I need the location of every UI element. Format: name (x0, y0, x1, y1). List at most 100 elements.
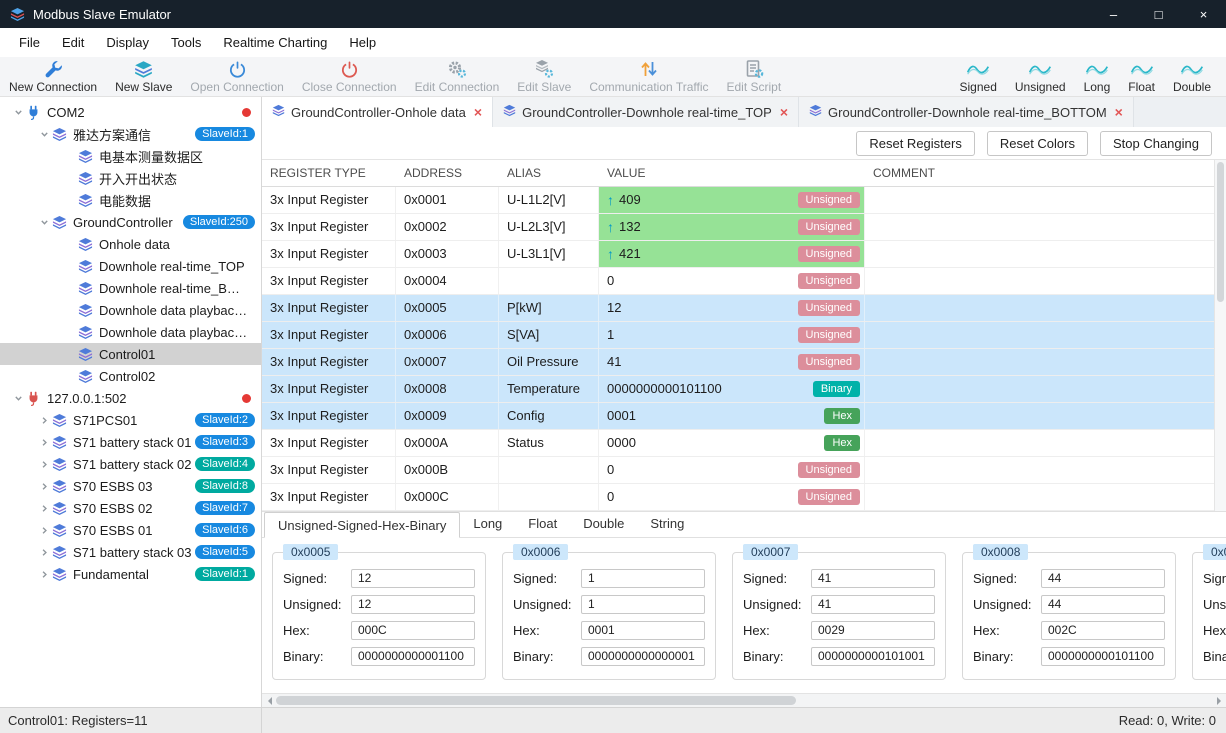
table-row[interactable]: 3x Input Register0x0005P[kW]12Unsigned (262, 295, 1214, 322)
table-row[interactable]: 3x Input Register0x000AStatus0000Hex (262, 430, 1214, 457)
reset-registers-button[interactable]: Reset Registers (856, 131, 974, 156)
table-row[interactable]: 3x Input Register0x000C0Unsigned (262, 484, 1214, 511)
table-row[interactable]: 3x Input Register0x0001U-L1L2[V]↑409Unsi… (262, 187, 1214, 214)
register-tab[interactable]: GroundController-Downhole real-time_TOP× (493, 97, 799, 127)
tree-item[interactable]: GroundControllerSlaveId:250 (0, 211, 261, 233)
communication-traffic-button[interactable]: Communication Traffic (580, 57, 717, 96)
binary-value-input[interactable] (811, 647, 935, 666)
hex-value-input[interactable] (811, 621, 935, 640)
maximize-button[interactable]: □ (1136, 0, 1181, 28)
tree-item[interactable]: Downhole real-time_TOP (0, 255, 261, 277)
tree-item[interactable]: S70 ESBS 03SlaveId:8 (0, 475, 261, 497)
signed-value-input[interactable] (1041, 569, 1165, 588)
scrollbar-thumb[interactable] (1217, 162, 1224, 302)
table-row[interactable]: 3x Input Register0x0006S[VA]1Unsigned (262, 322, 1214, 349)
table-row[interactable]: 3x Input Register0x0003U-L3L1[V]↑421Unsi… (262, 241, 1214, 268)
signed-value-input[interactable] (811, 569, 935, 588)
new-slave-button[interactable]: New Slave (106, 57, 181, 96)
column-header[interactable]: ADDRESS (396, 160, 499, 186)
tree-item[interactable]: Control02 (0, 365, 261, 387)
stop-changing-button[interactable]: Stop Changing (1100, 131, 1212, 156)
register-tab[interactable]: GroundController-Downhole real-time_BOTT… (799, 97, 1134, 127)
expand-chevron-icon[interactable] (36, 460, 52, 469)
collapse-chevron-icon[interactable] (36, 130, 52, 139)
collapse-chevron-icon[interactable] (10, 394, 26, 403)
edit-slave-button[interactable]: Edit Slave (508, 57, 580, 96)
expand-chevron-icon[interactable] (36, 548, 52, 557)
vertical-scrollbar[interactable] (1214, 160, 1226, 511)
tree-item[interactable]: 电能数据 (0, 189, 261, 211)
open-connection-button[interactable]: Open Connection (181, 57, 292, 96)
format-tab[interactable]: Unsigned-Signed-Hex-Binary (264, 512, 460, 538)
column-header[interactable]: COMMENT (865, 160, 1214, 186)
tree-item[interactable]: Downhole real-time_BOTTOM (0, 277, 261, 299)
table-row[interactable]: 3x Input Register0x0007Oil Pressure41Uns… (262, 349, 1214, 376)
hex-value-input[interactable] (581, 621, 705, 640)
scrollbar-thumb[interactable] (276, 696, 796, 705)
table-row[interactable]: 3x Input Register0x0008Temperature000000… (262, 376, 1214, 403)
double-toggle-button[interactable]: Double (1164, 57, 1220, 96)
close-icon[interactable]: × (474, 105, 482, 119)
binary-value-input[interactable] (581, 647, 705, 666)
format-tab[interactable]: Long (460, 511, 515, 537)
signed-value-input[interactable] (581, 569, 705, 588)
collapse-chevron-icon[interactable] (10, 108, 26, 117)
expand-chevron-icon[interactable] (36, 504, 52, 513)
reset-colors-button[interactable]: Reset Colors (987, 131, 1088, 156)
horizontal-scrollbar[interactable] (262, 693, 1226, 707)
signed-toggle-button[interactable]: Signed (951, 57, 1006, 96)
binary-value-input[interactable] (351, 647, 475, 666)
scroll-left-icon[interactable] (262, 694, 276, 708)
tree-item[interactable]: S71 battery stack 01SlaveId:3 (0, 431, 261, 453)
long-toggle-button[interactable]: Long (1075, 57, 1120, 96)
close-connection-button[interactable]: Close Connection (293, 57, 406, 96)
menu-file[interactable]: File (8, 28, 51, 57)
close-button[interactable]: × (1181, 0, 1226, 28)
unsigned-toggle-button[interactable]: Unsigned (1006, 57, 1075, 96)
table-row[interactable]: 3x Input Register0x00040Unsigned (262, 268, 1214, 295)
column-header[interactable]: ALIAS (499, 160, 599, 186)
minimize-button[interactable]: – (1091, 0, 1136, 28)
expand-chevron-icon[interactable] (36, 438, 52, 447)
column-header[interactable]: REGISTER TYPE (262, 160, 396, 186)
menu-help[interactable]: Help (338, 28, 387, 57)
expand-chevron-icon[interactable] (36, 416, 52, 425)
tree-item[interactable]: FundamentalSlaveId:1 (0, 563, 261, 585)
expand-chevron-icon[interactable] (36, 526, 52, 535)
menu-display[interactable]: Display (95, 28, 160, 57)
register-tab[interactable]: GroundController-Onhole data× (262, 97, 493, 127)
expand-chevron-icon[interactable] (36, 570, 52, 579)
new-connection-button[interactable]: New Connection (0, 57, 106, 96)
tree-item[interactable]: S71 battery stack 03SlaveId:5 (0, 541, 261, 563)
tree-item[interactable]: COM2 (0, 101, 261, 123)
unsigned-value-input[interactable] (1041, 595, 1165, 614)
tree-item[interactable]: S70 ESBS 01SlaveId:6 (0, 519, 261, 541)
format-tab[interactable]: String (637, 511, 697, 537)
binary-value-input[interactable] (1041, 647, 1165, 666)
scroll-right-icon[interactable] (1212, 694, 1226, 708)
edit-script-button[interactable]: Edit Script (717, 57, 790, 96)
table-row[interactable]: 3x Input Register0x000B0Unsigned (262, 457, 1214, 484)
unsigned-value-input[interactable] (581, 595, 705, 614)
hex-value-input[interactable] (1041, 621, 1165, 640)
tree-item[interactable]: 开入开出状态 (0, 167, 261, 189)
tree-item[interactable]: Downhole data playback 02 (0, 321, 261, 343)
table-row[interactable]: 3x Input Register0x0002U-L2L3[V]↑132Unsi… (262, 214, 1214, 241)
tree-item[interactable]: S71PCS01SlaveId:2 (0, 409, 261, 431)
tree-item[interactable]: 127.0.0.1:502 (0, 387, 261, 409)
table-row[interactable]: 3x Input Register0x0009Config0001Hex (262, 403, 1214, 430)
format-tab[interactable]: Float (515, 511, 570, 537)
menu-tools[interactable]: Tools (160, 28, 212, 57)
tree-item[interactable]: 电基本测量数据区 (0, 145, 261, 167)
menu-realtime-charting[interactable]: Realtime Charting (212, 28, 338, 57)
tree-item[interactable]: 雅达方案通信SlaveId:1 (0, 123, 261, 145)
collapse-chevron-icon[interactable] (36, 218, 52, 227)
tree-item[interactable]: Onhole data (0, 233, 261, 255)
tree-item[interactable]: S70 ESBS 02SlaveId:7 (0, 497, 261, 519)
close-icon[interactable]: × (780, 105, 788, 119)
float-toggle-button[interactable]: Float (1119, 57, 1164, 96)
tree-item[interactable]: Downhole data playback 01 (0, 299, 261, 321)
expand-chevron-icon[interactable] (36, 482, 52, 491)
signed-value-input[interactable] (351, 569, 475, 588)
hex-value-input[interactable] (351, 621, 475, 640)
